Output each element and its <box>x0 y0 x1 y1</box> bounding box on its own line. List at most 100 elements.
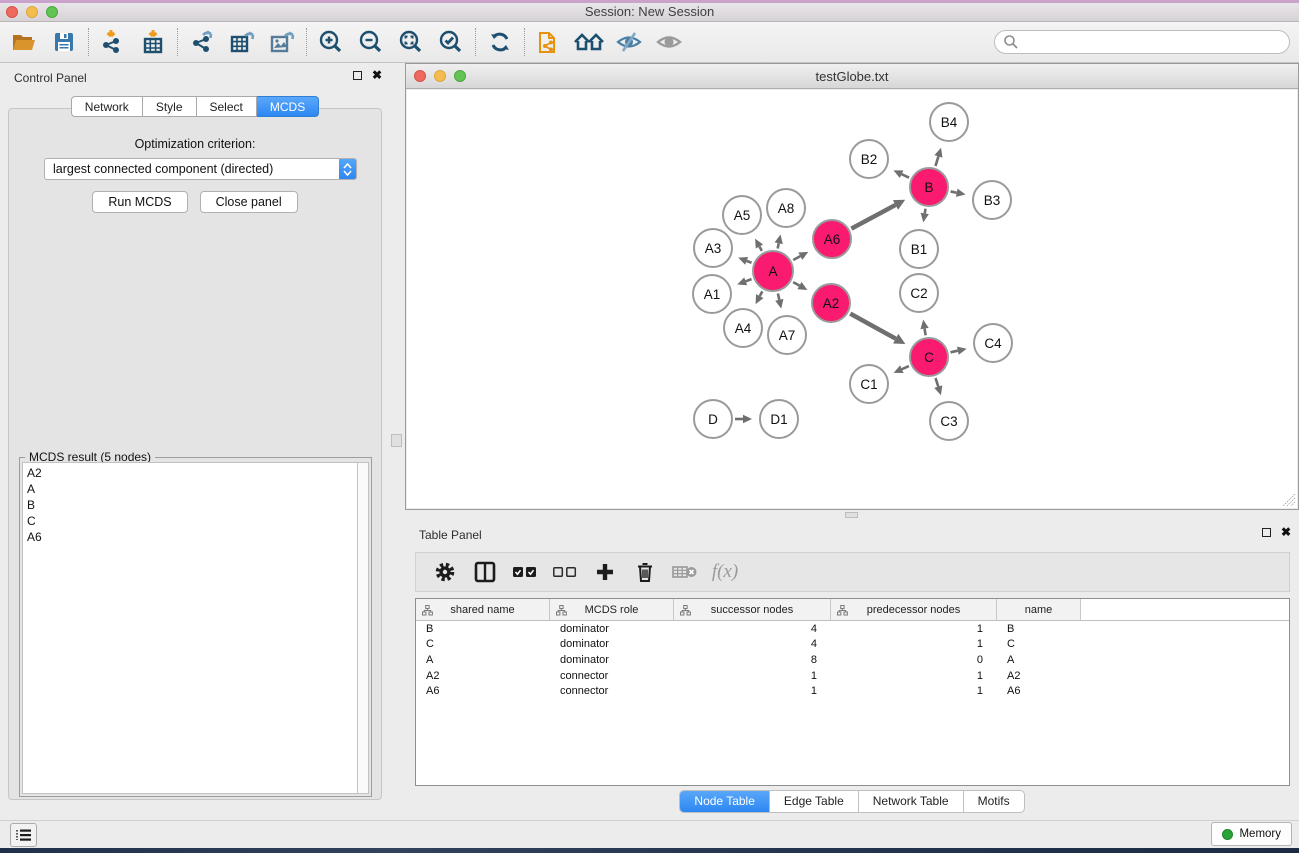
table-cell[interactable]: 1 <box>831 638 997 650</box>
tab-edge-table[interactable]: Edge Table <box>769 791 858 812</box>
result-item[interactable]: C <box>27 513 357 529</box>
split-divider-vertical[interactable] <box>390 63 405 820</box>
refresh-button[interactable] <box>480 25 520 59</box>
edge-C-C3[interactable] <box>936 378 939 387</box>
save-session-button[interactable] <box>44 25 84 59</box>
deselect-all-button[interactable] <box>548 556 582 588</box>
table-row[interactable]: Cdominator41C <box>416 637 1289 653</box>
graph-node-D1[interactable]: D1 <box>760 400 798 438</box>
table-row[interactable]: Adominator80A <box>416 652 1289 668</box>
table-cell[interactable]: 1 <box>831 623 997 635</box>
close-panel-icon[interactable]: ✖ <box>372 70 382 81</box>
close-panel-icon[interactable]: ✖ <box>1281 527 1291 538</box>
result-item[interactable]: B <box>27 497 357 513</box>
table-cell[interactable]: connector <box>550 685 674 697</box>
table-cell[interactable]: 1 <box>674 670 831 682</box>
tab-node-table[interactable]: Node Table <box>680 791 769 812</box>
float-panel-icon[interactable] <box>353 71 362 80</box>
graph-node-A7[interactable]: A7 <box>768 316 806 354</box>
table-cell[interactable]: B <box>416 623 550 635</box>
graph-node-C[interactable]: C <box>910 338 948 376</box>
column-header-name[interactable]: name <box>997 599 1081 620</box>
network-canvas[interactable]: AA1A2A3A4A5A6A7A8BB1B2B3B4CC1C2C3C4DD1 <box>407 90 1297 508</box>
home-button[interactable] <box>569 25 609 59</box>
table-cell[interactable]: C <box>416 638 550 650</box>
node-table[interactable]: shared nameMCDS rolesuccessor nodesprede… <box>415 598 1290 786</box>
graph-node-C2[interactable]: C2 <box>900 274 938 312</box>
table-cell[interactable]: 1 <box>831 670 997 682</box>
graph-node-A6[interactable]: A6 <box>813 220 851 258</box>
result-item[interactable]: A <box>27 481 357 497</box>
graph-node-A[interactable]: A <box>753 251 793 291</box>
table-cell[interactable]: A <box>997 654 1081 666</box>
delete-table-button[interactable] <box>668 556 702 588</box>
resize-grip-icon[interactable] <box>1283 494 1296 507</box>
network-graph[interactable]: AA1A2A3A4A5A6A7A8BB1B2B3B4CC1C2C3C4DD1 <box>407 90 1298 509</box>
edge-A-A2[interactable] <box>793 282 799 285</box>
divider-handle[interactable] <box>845 512 858 518</box>
result-item[interactable]: A6 <box>27 529 357 545</box>
graph-node-C3[interactable]: C3 <box>930 402 968 440</box>
graph-node-A2[interactable]: A2 <box>812 284 850 322</box>
table-cell[interactable]: A <box>416 654 550 666</box>
zoom-out-button[interactable] <box>351 25 391 59</box>
table-cell[interactable]: dominator <box>550 623 674 635</box>
show-panels-button[interactable] <box>649 25 689 59</box>
table-cell[interactable]: 1 <box>674 685 831 697</box>
run-mcds-button[interactable]: Run MCDS <box>92 191 187 213</box>
zoom-in-button[interactable] <box>311 25 351 59</box>
graph-node-C4[interactable]: C4 <box>974 324 1012 362</box>
zoom-selected-button[interactable] <box>431 25 471 59</box>
table-cell[interactable]: C <box>997 638 1081 650</box>
close-panel-button[interactable]: Close panel <box>200 191 298 213</box>
table-settings-button[interactable] <box>428 556 462 588</box>
zoom-fit-button[interactable] <box>391 25 431 59</box>
tab-style[interactable]: Style <box>143 96 197 117</box>
table-row[interactable]: Bdominator41B <box>416 621 1289 637</box>
memory-button[interactable]: Memory <box>1211 822 1292 846</box>
graph-node-B1[interactable]: B1 <box>900 230 938 268</box>
graph-node-B3[interactable]: B3 <box>973 181 1011 219</box>
column-header-predecessor-nodes[interactable]: predecessor nodes <box>831 599 997 620</box>
graph-node-A5[interactable]: A5 <box>723 196 761 234</box>
table-cell[interactable]: 4 <box>674 638 831 650</box>
graph-node-A8[interactable]: A8 <box>767 189 805 227</box>
table-cell[interactable]: B <box>997 623 1081 635</box>
result-item[interactable]: A2 <box>27 465 357 481</box>
split-view-button[interactable] <box>468 556 502 588</box>
table-cell[interactable]: dominator <box>550 654 674 666</box>
mcds-result-list[interactable]: A2ABCA6 <box>22 462 357 794</box>
tab-network-table[interactable]: Network Table <box>858 791 963 812</box>
column-header-successor-nodes[interactable]: successor nodes <box>674 599 831 620</box>
hide-panels-button[interactable] <box>609 25 649 59</box>
tab-select[interactable]: Select <box>197 96 257 117</box>
edge-A-A1[interactable] <box>746 279 752 281</box>
select-all-button[interactable] <box>508 556 542 588</box>
edge-A-A8[interactable] <box>778 243 779 248</box>
edge-A-A7[interactable] <box>778 293 779 299</box>
tab-network[interactable]: Network <box>71 96 143 117</box>
criterion-dropdown[interactable]: largest connected component (directed) <box>44 158 357 180</box>
table-row[interactable]: A2connector11A2 <box>416 668 1289 684</box>
open-session-button[interactable] <box>4 25 44 59</box>
edge-A6-B[interactable] <box>851 205 895 229</box>
function-builder-button[interactable]: f(x) <box>708 556 742 588</box>
tab-mcds[interactable]: MCDS <box>257 96 319 117</box>
table-cell[interactable]: 4 <box>674 623 831 635</box>
edge-A-A5[interactable] <box>759 246 761 250</box>
edge-C-C1[interactable] <box>902 366 909 369</box>
edge-C-C2[interactable] <box>925 329 926 336</box>
network-window-titlebar[interactable]: testGlobe.txt <box>406 64 1298 89</box>
search-input[interactable] <box>994 30 1290 54</box>
table-cell[interactable]: 1 <box>831 685 997 697</box>
task-history-button[interactable] <box>10 823 37 847</box>
divider-handle[interactable] <box>391 434 402 447</box>
graph-node-B2[interactable]: B2 <box>850 140 888 178</box>
edge-B-B2[interactable] <box>902 174 909 177</box>
float-panel-icon[interactable] <box>1262 528 1271 537</box>
graph-node-D[interactable]: D <box>694 400 732 438</box>
column-header-MCDS-role[interactable]: MCDS role <box>550 599 674 620</box>
edge-B-B1[interactable] <box>925 209 926 214</box>
graph-node-B[interactable]: B <box>910 168 948 206</box>
export-image-button[interactable] <box>262 25 302 59</box>
